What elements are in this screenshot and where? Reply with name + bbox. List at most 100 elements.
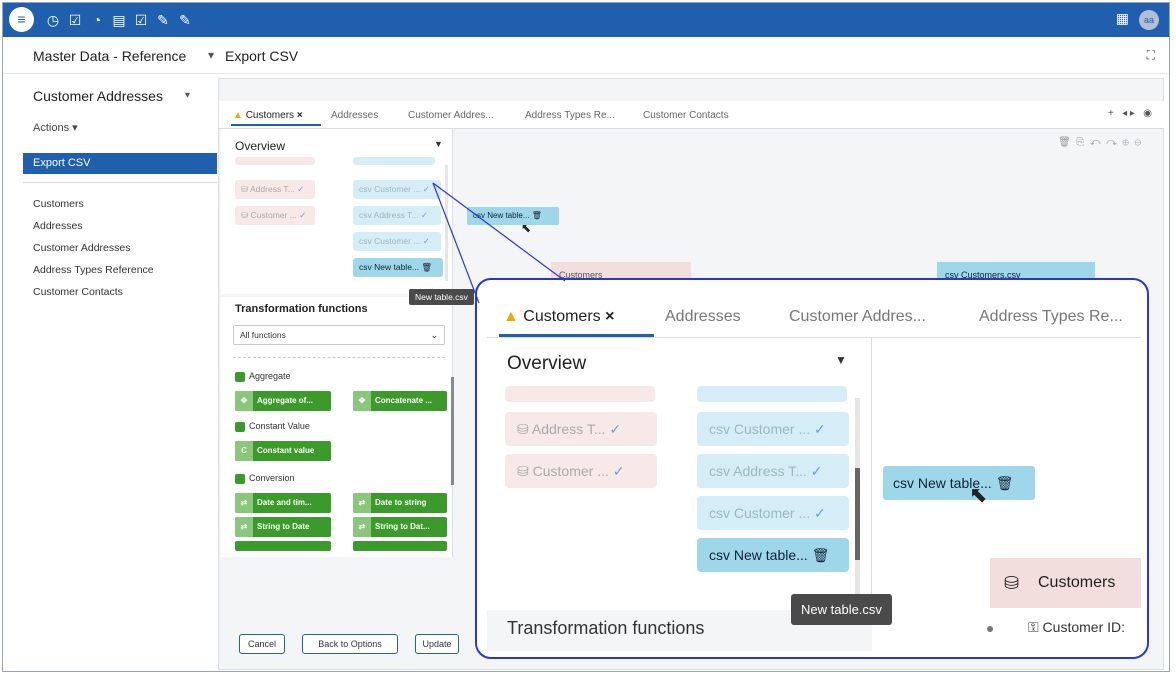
canvas-toolbar[interactable]: 🗑 ⎘ ↶ ↷ ⊕ ⊖ [1058, 137, 1141, 148]
avatar[interactable]: aa [1139, 10, 1159, 30]
csv-chip[interactable]: csv Customer ... ✓ [697, 496, 849, 530]
tab-customer-addresses[interactable]: Customer Addres... [408, 110, 494, 121]
tab-addresses[interactable]: Addresses [331, 110, 378, 121]
trash-icon[interactable]: 🗑 [812, 547, 830, 563]
customer-id-field[interactable]: ⚿ Customer ID: [990, 612, 1141, 642]
zoom-callout: ▲ Customers × Addresses Customer Addres.… [475, 278, 1149, 659]
scrollbar-thumb[interactable] [855, 468, 860, 560]
tab-address-types[interactable]: Address Types Re... [525, 110, 615, 121]
conversion-icon: ⇄ [235, 517, 253, 537]
overview-panel: Overview ▼ ⛁ Address T... ✓ ⛁ Customer .… [221, 129, 453, 294]
document-icon[interactable]: ▤ [109, 10, 129, 30]
tab-bar: ▲ Customers × Addresses Customer Addres.… [219, 101, 1164, 129]
cancel-button[interactable]: Cancel [239, 634, 285, 654]
sidebar-item-export-csv[interactable]: Export CSV [23, 153, 217, 174]
function-date-and-time[interactable]: ⇄ Date and tim... [235, 493, 331, 513]
chevron-down-icon[interactable]: ▼ [434, 139, 443, 149]
csv-chip-partial[interactable] [697, 386, 847, 402]
tab-customer-addresses[interactable]: Customer Addres... [789, 308, 926, 326]
db-chip-partial[interactable] [235, 157, 315, 165]
tab-addresses[interactable]: Addresses [665, 308, 741, 326]
fullscreen-icon[interactable]: ⛶ [1147, 48, 1155, 63]
category-conversion[interactable]: Conversion [235, 473, 295, 484]
constant-icon [235, 421, 245, 432]
csv-chip[interactable]: csv Customer ... ✓ [353, 232, 441, 251]
drag-cursor-icon: ⬉ [969, 482, 988, 507]
sidebar-item-customers[interactable]: Customers [33, 198, 84, 210]
sidebar-item-address-types[interactable]: Address Types Reference [33, 264, 154, 276]
db-chip[interactable]: ⛁ Address T... ✓ [505, 412, 657, 446]
plug-icon[interactable]: ✎ [153, 10, 173, 30]
sidebar-item-customer-contacts[interactable]: Customer Contacts [33, 286, 123, 298]
notes-icon[interactable]: ▦ [1116, 10, 1129, 27]
customers-node[interactable]: ⛁ Customers [990, 558, 1141, 608]
function-filter-select[interactable]: All functions ⌄ [233, 325, 445, 345]
function-date-to-string[interactable]: ⇄ Date to string [353, 493, 447, 513]
function-aggregate[interactable]: ✥ Aggregate of... [235, 391, 331, 411]
conversion-icon [235, 473, 245, 484]
app-logo-icon[interactable]: ≡ [9, 7, 34, 32]
csv-chip[interactable]: csv Customer ... ✓ [353, 180, 441, 199]
scrollbar[interactable] [445, 165, 448, 281]
category-constant[interactable]: Constant Value [235, 421, 310, 432]
zoom-overview-panel: Overview ▼ ⛁ Address T... ✓ ⛁ Customer .… [487, 338, 872, 603]
new-table-chip[interactable]: csv New table... 🗑 [353, 258, 443, 277]
tooltip: New table.csv [409, 289, 474, 305]
clock-icon[interactable]: ◷ [43, 10, 63, 30]
update-button[interactable]: Update [415, 634, 459, 654]
database-icon: ⛁ [1004, 573, 1020, 593]
trash-icon[interactable]: 🗑 [532, 211, 542, 220]
sidebar: Customer Addresses ▾ Actions ▾ Export CS… [3, 74, 217, 671]
csv-chip-partial[interactable] [353, 157, 435, 165]
actions-menu[interactable]: Actions ▾ [33, 121, 78, 134]
tab-address-types[interactable]: Address Types Re... [979, 308, 1123, 326]
category-aggregate[interactable]: Aggregate [235, 371, 291, 382]
function-string-to-datetime[interactable]: ⇄ String to Dat... [353, 517, 447, 537]
tab-active-indicator [231, 124, 321, 126]
new-table-chip[interactable]: csv New table... 🗑 [697, 538, 849, 572]
chevron-down-icon[interactable]: ▾ [185, 90, 190, 101]
csv-chip[interactable]: csv Address T... ✓ [697, 454, 849, 488]
back-to-options-button[interactable]: Back to Options [302, 634, 398, 654]
function-string-to-date[interactable]: ⇄ String to Date [235, 517, 331, 537]
tab-customer-contacts[interactable]: Customer Contacts [643, 110, 729, 121]
overview-title: Overview [507, 353, 587, 374]
constant-icon: C [235, 441, 253, 461]
canvas-new-table-node[interactable]: csv New table... 🗑 [883, 466, 1035, 500]
close-icon[interactable]: × [605, 308, 614, 325]
function-partial[interactable] [235, 541, 331, 551]
trash-icon[interactable]: 🗑 [421, 262, 432, 272]
db-chip[interactable]: ⛁ Address T... ✓ [235, 180, 315, 199]
drag-cursor-icon: ⬉ [521, 221, 532, 235]
database-icon: ⛁ [241, 184, 251, 194]
csv-chip[interactable]: csv Customer ... ✓ [697, 412, 849, 446]
sidebar-title[interactable]: Customer Addresses [33, 88, 163, 104]
tab-customers[interactable]: ▲ Customers × [503, 308, 614, 326]
canvas-new-table-node[interactable]: csv New table... 🗑 [467, 207, 559, 225]
chevron-down-icon[interactable]: ▾ [208, 48, 214, 62]
chevron-down-icon[interactable]: ▼ [835, 353, 847, 367]
db-chip-partial[interactable] [505, 386, 655, 402]
scrollbar[interactable] [451, 377, 454, 485]
csv-chip[interactable]: csv Address T... ✓ [353, 206, 441, 225]
function-partial[interactable] [353, 541, 447, 551]
check-icon[interactable]: ☑ [65, 10, 85, 30]
close-icon[interactable]: × [297, 110, 303, 121]
sidebar-item-addresses[interactable]: Addresses [33, 220, 83, 232]
db-chip[interactable]: ⛁ Customer ... ✓ [505, 454, 657, 488]
chevron-down-icon: ⌄ [430, 330, 438, 340]
db-chip[interactable]: ⛁ Customer ... ✓ [235, 206, 315, 225]
tab-controls[interactable]: + ◂ ▸ ◉ [1108, 108, 1152, 119]
task-icon[interactable]: ☑ [131, 10, 151, 30]
function-concatenate[interactable]: ✥ Concatenate ... [353, 391, 447, 411]
trash-icon[interactable]: 🗑 [996, 475, 1014, 491]
wrench-icon[interactable]: ✎ [175, 10, 195, 30]
key-icon: ⚿ [1028, 619, 1043, 635]
function-constant-value[interactable]: C Constant value [235, 441, 331, 461]
sidebar-item-customer-addresses[interactable]: Customer Addresses [33, 242, 130, 254]
conversion-icon: ⇄ [353, 493, 371, 513]
move-icon: ✥ [235, 391, 253, 411]
tab-customers[interactable]: ▲ Customers × [233, 110, 303, 121]
gauge-icon[interactable]: ◔ [87, 10, 107, 30]
breadcrumb-project[interactable]: Master Data - Reference [33, 48, 186, 64]
